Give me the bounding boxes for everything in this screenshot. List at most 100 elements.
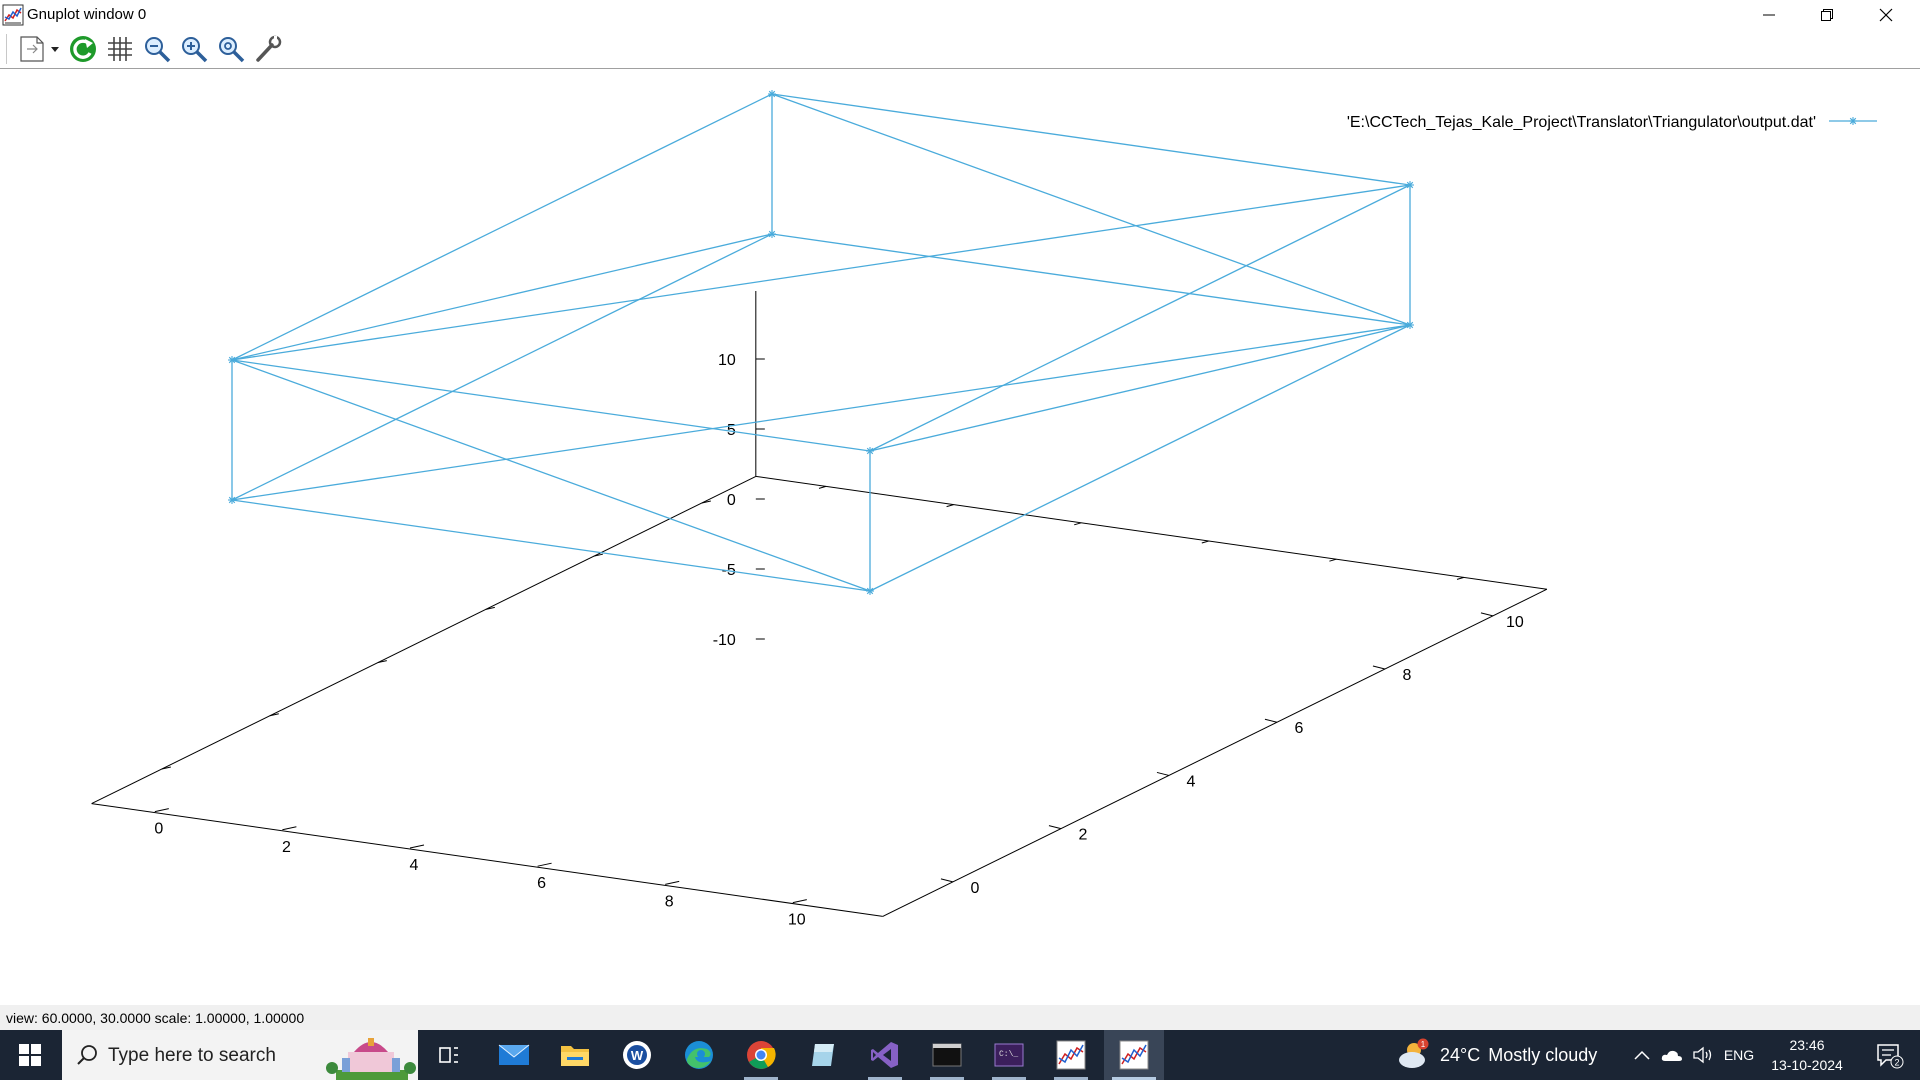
base-left-edge — [91, 475, 757, 805]
toggle-grid-button[interactable] — [103, 32, 137, 66]
wireframe-edge — [869, 324, 1411, 452]
edge-icon — [685, 1041, 713, 1069]
z-tick-label: 10 — [718, 352, 736, 369]
x-tick-label: 4 — [410, 857, 419, 874]
taskbar-chrome[interactable] — [736, 1030, 786, 1080]
weather-widget[interactable]: 1 24°C Mostly cloudy — [1396, 1030, 1636, 1080]
toolbar-grip — [6, 34, 8, 64]
minimize-button[interactable] — [1740, 0, 1798, 30]
x-tick-mark-back — [1074, 522, 1082, 526]
zoom-in-button[interactable] — [177, 32, 211, 66]
x-tick-label: 6 — [537, 875, 546, 892]
y-tick-label: 8 — [1402, 667, 1411, 684]
replot-icon — [70, 36, 96, 62]
taskbar-terminal[interactable] — [922, 1030, 972, 1080]
plot-canvas: 02468100246810-10-50510 'E:\CCTech_Tejas… — [91, 90, 1877, 929]
chrome-icon — [747, 1041, 776, 1069]
x-tick-mark — [409, 844, 425, 849]
x-tick-mark-back — [946, 504, 954, 508]
zoom-in-icon — [182, 37, 208, 63]
title-bar[interactable]: Gnuplot window 0 — [0, 0, 1920, 30]
taskbar-visual-studio[interactable] — [860, 1030, 910, 1080]
x-tick-mark — [792, 899, 807, 904]
start-button[interactable] — [0, 1030, 60, 1080]
search-placeholder: Type here to search — [108, 1045, 276, 1066]
base-back-edge — [755, 475, 1548, 590]
options-button[interactable] — [251, 32, 285, 66]
clipboard-icon — [20, 36, 59, 62]
weather-alert-badge: 1 — [1421, 1040, 1426, 1049]
y-tick-label: 0 — [970, 880, 979, 897]
terminal-icon — [932, 1043, 962, 1067]
y-axis-line — [882, 588, 1548, 917]
wireframe-edge — [231, 233, 773, 361]
taskbar-search-box[interactable]: Type here to search — [62, 1030, 418, 1080]
replot-button[interactable] — [66, 32, 100, 66]
zoom-out-button[interactable] — [140, 32, 174, 66]
y-tick-mark — [1480, 612, 1494, 617]
taskbar-edge[interactable] — [674, 1030, 724, 1080]
gnuplot-window-icon — [1119, 1040, 1149, 1070]
notification-count: 2 — [1894, 1058, 1899, 1068]
language-label: ENG — [1723, 1047, 1755, 1063]
notification-icon: 2 — [1877, 1044, 1904, 1069]
word-app-icon: W — [623, 1041, 651, 1069]
y-tick-label: 10 — [1506, 614, 1524, 631]
restore-button[interactable] — [1798, 0, 1856, 30]
taskbar-gnuplot-window[interactable] — [1104, 1030, 1164, 1080]
wireframe-edge — [231, 359, 871, 592]
restore-icon — [1821, 9, 1833, 21]
folder-icon — [561, 1046, 589, 1066]
close-button[interactable] — [1857, 0, 1915, 30]
chevron-up-icon — [1634, 1050, 1650, 1060]
legend-marker — [1849, 117, 1857, 125]
taskbar-command-prompt[interactable]: C:\_ — [984, 1030, 1034, 1080]
x-tick-mark — [154, 808, 169, 813]
plot-area[interactable]: 02468100246810-10-50510 'E:\CCTech_Tejas… — [2, 70, 1918, 1005]
clock[interactable]: 23:46 13-10-2024 — [1762, 1030, 1852, 1080]
y-tick-mark — [1156, 771, 1170, 776]
autoscale-button[interactable] — [214, 32, 248, 66]
cloud-icon — [1661, 1050, 1682, 1061]
y-tick-label: 4 — [1186, 773, 1195, 790]
language-indicator[interactable]: ENG — [1718, 1030, 1760, 1080]
x-tick-mark-back — [1329, 558, 1337, 562]
search-icon — [77, 1045, 97, 1065]
x-axis-line — [91, 803, 883, 917]
taskbar-mail[interactable] — [489, 1030, 539, 1080]
wireframe-edge — [771, 93, 1411, 326]
data-wireframe — [228, 90, 1414, 595]
legend-label: 'E:\CCTech_Tejas_Kale_Project\Translator… — [1347, 114, 1816, 131]
y-tick-mark — [1264, 718, 1278, 723]
x-tick-mark-back — [1201, 540, 1209, 544]
weather-cloudy-icon: 1 — [1399, 1038, 1429, 1068]
volume-tray[interactable] — [1688, 1030, 1718, 1080]
taskbar-gnuplot-graph[interactable] — [1046, 1030, 1096, 1080]
taskbar-file-explorer[interactable] — [550, 1030, 600, 1080]
taskbar-word-app[interactable]: W — [612, 1030, 662, 1080]
svg-text:W: W — [631, 1048, 644, 1063]
visual-studio-icon — [871, 1042, 898, 1068]
close-icon — [1879, 8, 1893, 22]
speaker-icon — [1693, 1046, 1712, 1064]
mail-icon — [498, 1044, 530, 1065]
y-tick-label: 2 — [1078, 827, 1087, 844]
gnuplot-window: Gnuplot window 0 0 2 4 6 8 10 0 2 4 6 8 … — [0, 0, 1920, 1030]
window-title: Gnuplot window 0 — [27, 6, 147, 23]
task-view-button[interactable] — [424, 1030, 474, 1080]
taskbar-app-tile[interactable] — [798, 1030, 848, 1080]
grid-icon — [108, 37, 132, 61]
z-tick-label: -10 — [713, 632, 736, 649]
wrench-icon — [256, 35, 282, 62]
copy-to-clipboard-button[interactable] — [14, 32, 64, 66]
onedrive-tray[interactable] — [1656, 1030, 1688, 1080]
zoom-out-icon — [145, 37, 171, 63]
show-hidden-icons-button[interactable] — [1628, 1030, 1656, 1080]
notification-center-button[interactable]: 2 — [1860, 1030, 1920, 1080]
svg-text:C:\_: C:\_ — [999, 1050, 1018, 1059]
x-tick-label: 2 — [282, 839, 291, 856]
z-tick-label: 0 — [727, 492, 736, 509]
x-tick-label: 0 — [154, 821, 163, 838]
gnuplot-app-icon — [2, 4, 24, 26]
x-tick-mark-back — [1456, 576, 1465, 580]
